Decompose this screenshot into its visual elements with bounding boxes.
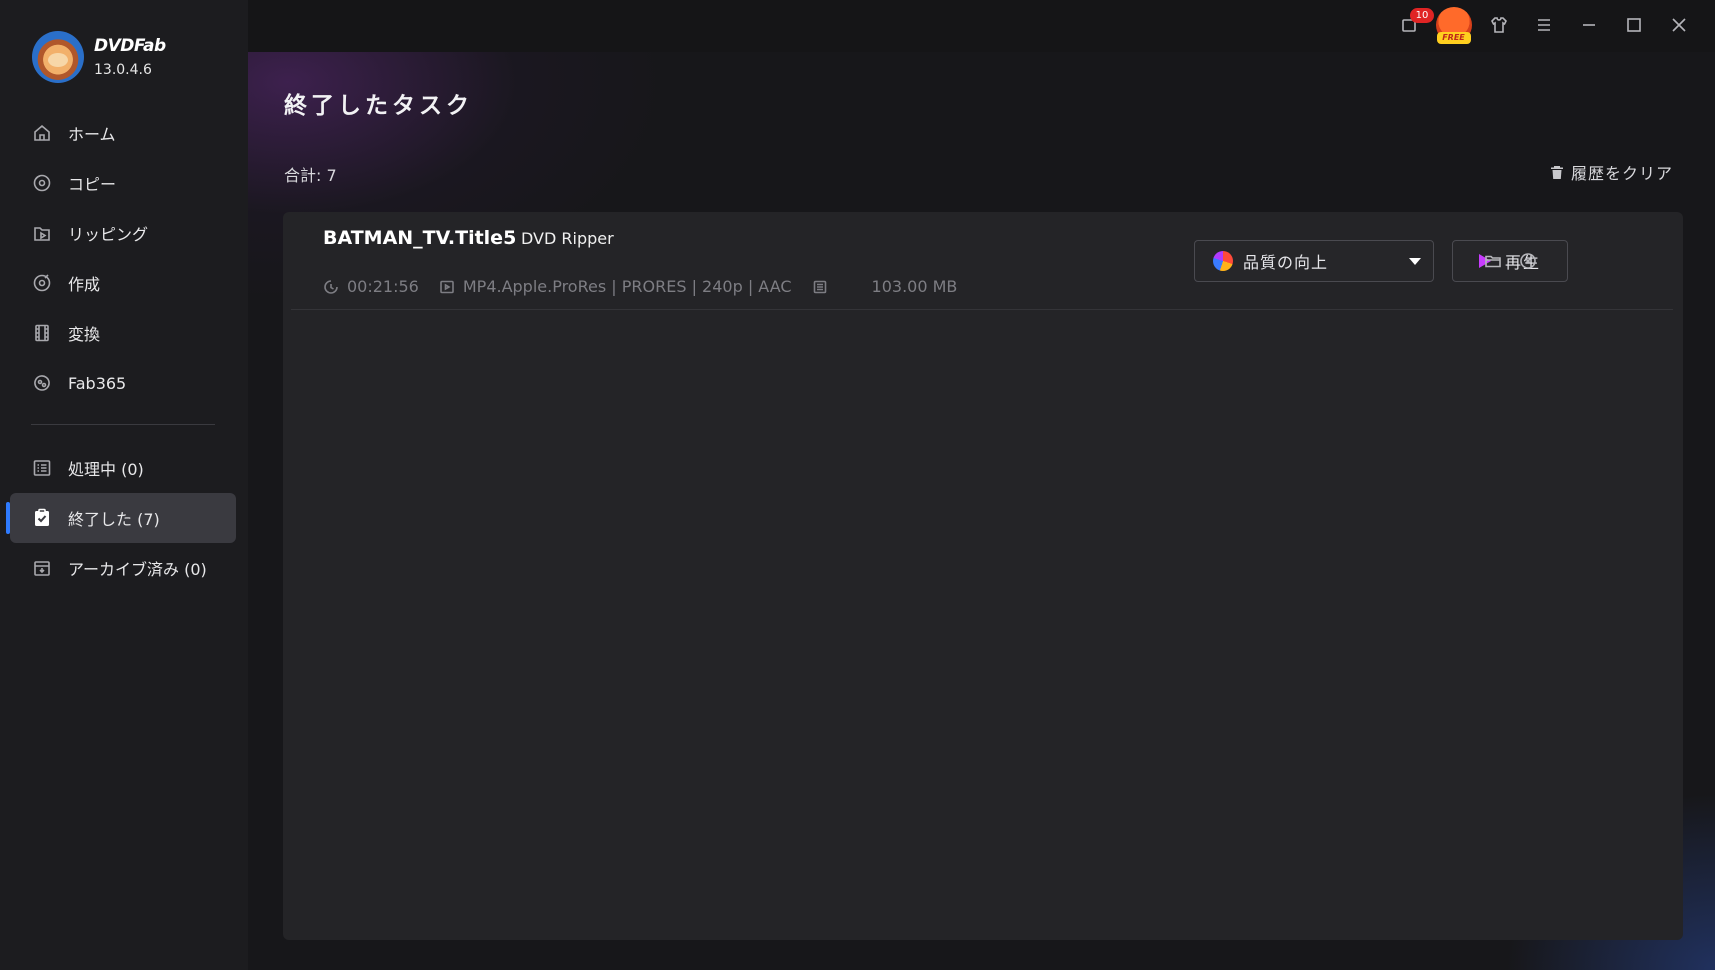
clock-icon — [324, 279, 338, 294]
maximize-button[interactable] — [1611, 0, 1656, 50]
sidebar-item-label: ホーム — [68, 125, 116, 144]
processing-list-icon — [32, 458, 52, 478]
menu-button[interactable] — [1521, 0, 1566, 50]
app-name: DVDFab — [94, 36, 166, 56]
shirt-icon — [1490, 17, 1507, 33]
clear-history-button[interactable]: 履歴をクリア — [1549, 160, 1673, 184]
primary-nav: ホーム コピー リッピング 作成 変換 Fab365 — [0, 108, 248, 408]
sidebar-item-creator[interactable]: 作成 — [0, 258, 248, 308]
creator-icon — [32, 273, 52, 293]
subtitle-info-button[interactable] — [812, 279, 836, 295]
trash-icon — [1550, 166, 1563, 179]
total-count: 合計: 7 — [284, 166, 337, 185]
task-size: 103.00 MB — [871, 277, 958, 296]
play-button[interactable]: 再生 — [1452, 240, 1568, 282]
enhancer-logo-icon — [1213, 251, 1233, 271]
fab365-icon — [32, 373, 52, 393]
notifications-button[interactable]: 10 — [1386, 0, 1434, 50]
main-content: 終了したタスク 合計: 7 履歴をクリア BATMAN_TV.Title5 DV… — [248, 52, 1715, 970]
sidebar-item-copy[interactable]: コピー — [0, 158, 248, 208]
title-bar: 10 FREE — [248, 0, 1715, 52]
folder-icon — [1485, 255, 1501, 268]
sidebar-item-converter[interactable]: 変換 — [0, 308, 248, 358]
sidebar-item-label: コピー — [68, 175, 117, 194]
sidebar-item-label: 作成 — [68, 275, 101, 294]
minimize-button[interactable] — [1566, 0, 1611, 50]
task-type: DVD Ripper — [521, 229, 614, 248]
task-duration: 00:21:56 — [347, 277, 419, 296]
page-title: 終了したタスク — [284, 92, 473, 119]
archive-box-icon — [32, 558, 52, 578]
close-button[interactable] — [1656, 0, 1701, 50]
sidebar-item-label: リッピング — [68, 225, 149, 244]
task-list-panel: BATMAN_TV.Title5 DVD Ripper 00:21:56 MP4… — [283, 212, 1683, 940]
sidebar-item-fab365[interactable]: Fab365 — [0, 358, 248, 408]
subtitle-list-icon — [813, 280, 826, 293]
video-format-icon — [440, 280, 454, 293]
open-folder-button[interactable] — [1482, 250, 1504, 272]
task-nav: 処理中 (0) 終了した (7) アーカイブ済み (0) — [0, 443, 248, 593]
clear-history-label: 履歴をクリア — [1570, 164, 1673, 183]
copy-icon — [32, 173, 52, 193]
sidebar-item-finished[interactable]: 終了した (7) — [6, 493, 236, 543]
close-icon — [1671, 18, 1686, 32]
hamburger-menu-icon — [1537, 19, 1550, 31]
minimize-icon — [1582, 24, 1595, 26]
close-circle-icon — [1520, 253, 1536, 269]
free-label: FREE — [1436, 32, 1471, 44]
sidebar-item-label: アーカイブ済み (0) — [68, 560, 207, 579]
task-meta: 00:21:56 MP4.Apple.ProRes | PRORES | 240… — [323, 277, 957, 296]
dvdfab-logo — [32, 31, 84, 83]
brand: DVDFab 13.0.4.6 — [32, 31, 166, 83]
enhance-label: 品質の向上 — [1243, 253, 1329, 272]
ripper-icon — [32, 223, 52, 243]
sidebar: DVDFab 13.0.4.6 ホーム コピー リッピング 作成 変換 Fab3… — [0, 0, 248, 970]
task-name: BATMAN_TV.Title5 — [323, 227, 517, 249]
sidebar-item-processing[interactable]: 処理中 (0) — [0, 443, 248, 493]
chevron-down-icon — [1409, 258, 1421, 265]
task-row: BATMAN_TV.Title5 DVD Ripper 00:21:56 MP4… — [291, 212, 1673, 310]
dvdfab-window: DVDFab 13.0.4.6 ホーム コピー リッピング 作成 変換 Fab3… — [0, 0, 1715, 970]
maximize-icon — [1626, 18, 1641, 32]
free-gift-icon: FREE — [1435, 7, 1472, 44]
sidebar-item-archived[interactable]: アーカイブ済み (0) — [0, 543, 248, 593]
sidebar-item-label: 変換 — [68, 325, 101, 344]
skin-button[interactable] — [1476, 0, 1521, 50]
remove-task-button[interactable] — [1517, 250, 1539, 272]
sidebar-item-label: 処理中 (0) — [68, 460, 144, 479]
free-gift-button[interactable]: FREE — [1431, 0, 1476, 50]
sidebar-divider — [31, 424, 215, 425]
app-version: 13.0.4.6 — [94, 62, 152, 78]
home-icon — [32, 123, 52, 143]
film-icon — [32, 323, 52, 343]
sidebar-item-label: Fab365 — [68, 373, 127, 393]
quality-enhance-dropdown[interactable]: 品質の向上 — [1194, 240, 1434, 282]
finished-clipboard-icon — [32, 508, 52, 528]
title-bar-controls: 10 FREE — [1386, 0, 1701, 50]
sidebar-item-label: 終了した (7) — [68, 510, 160, 529]
sidebar-item-home[interactable]: ホーム — [0, 108, 248, 158]
sidebar-item-ripper[interactable]: リッピング — [0, 208, 248, 258]
task-profile: MP4.Apple.ProRes | PRORES | 240p | AAC — [462, 277, 792, 296]
